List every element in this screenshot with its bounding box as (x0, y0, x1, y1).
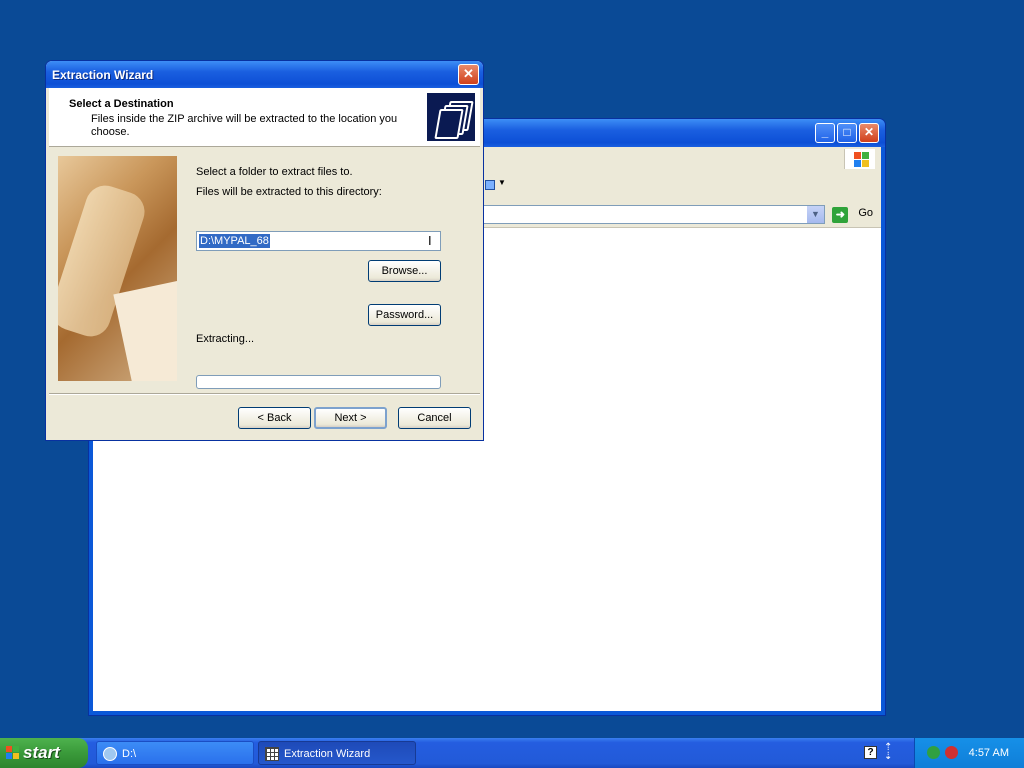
cancel-button[interactable]: Cancel (398, 407, 471, 429)
network-icon[interactable] (927, 746, 940, 759)
next-button[interactable]: Next > (314, 407, 387, 429)
close-button[interactable]: ✕ (859, 123, 879, 143)
taskbar-item-label: D:\ (122, 748, 137, 760)
go-button[interactable]: ➜ Go (832, 207, 873, 223)
text-cursor-icon: I (428, 233, 432, 248)
extraction-wizard-dialog[interactable]: Extraction Wizard ✕ Select a Destination… (45, 60, 484, 441)
wizard-form: Select a folder to extract files to. Fil… (196, 88, 480, 437)
cd-drive-icon (103, 747, 117, 761)
header-title: Select a Destination (69, 98, 174, 110)
help-icon[interactable]: ? (864, 746, 877, 759)
minimize-button[interactable]: _ (815, 123, 835, 143)
destination-path-input[interactable]: D:\MYPAL_68 I (196, 231, 441, 251)
go-label: Go (858, 207, 873, 219)
directory-label: Files will be extracted to this director… (196, 186, 382, 198)
start-button[interactable]: start (0, 738, 88, 768)
taskbar: start D:\ Extraction Wizard ? ⇡ ⇣ 4:57 AM (0, 738, 1024, 768)
clock: 4:57 AM (968, 747, 1009, 759)
address-dropdown-icon[interactable]: ▼ (807, 206, 824, 223)
destination-path-value: D:\MYPAL_68 (199, 234, 270, 248)
windows-logo-icon (6, 746, 20, 760)
extraction-progress-bar (196, 375, 441, 389)
taskbar-item-label: Extraction Wizard (284, 748, 371, 760)
button-separator (49, 393, 480, 395)
wizard-side-image (58, 156, 177, 381)
views-icon[interactable] (485, 180, 495, 190)
wizard-title: Extraction Wizard (52, 68, 154, 82)
security-shield-icon[interactable] (945, 746, 958, 759)
start-label: start (23, 743, 60, 762)
close-button[interactable]: ✕ (458, 64, 479, 85)
windows-flag-icon (844, 149, 875, 169)
language-bar-icon[interactable]: ⇡ ⇣ (884, 743, 892, 762)
maximize-button[interactable]: □ (837, 123, 857, 143)
instruction-text: Select a folder to extract files to. (196, 166, 353, 178)
go-arrow-icon: ➜ (832, 207, 849, 223)
wizard-titlebar[interactable]: Extraction Wizard ✕ (46, 61, 483, 88)
wizard-body: Select a Destination Files inside the ZI… (49, 88, 480, 437)
wizard-app-icon (265, 747, 279, 761)
browse-button[interactable]: Browse... (368, 260, 441, 282)
taskbar-item-wizard[interactable]: Extraction Wizard (258, 741, 416, 765)
chevron-down-icon[interactable]: ▼ (498, 178, 506, 187)
password-button[interactable]: Password... (368, 304, 441, 326)
system-tray: 4:57 AM (914, 738, 1024, 768)
taskbar-item-drive[interactable]: D:\ (96, 741, 254, 765)
progress-label: Extracting... (196, 333, 255, 345)
back-button[interactable]: < Back (238, 407, 311, 429)
